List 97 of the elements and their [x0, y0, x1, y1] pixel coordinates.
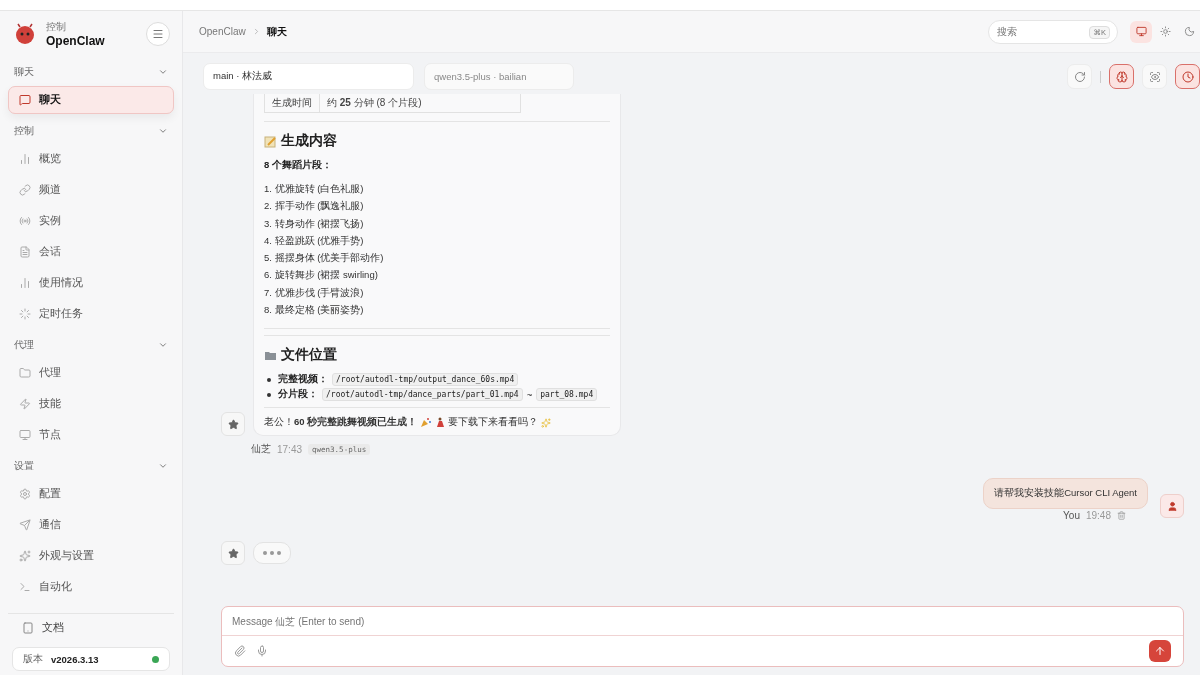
brain-icon — [1115, 70, 1128, 83]
table-cell-text: 约 25 分钟 (8 个片段) — [326, 96, 423, 110]
version-value: v2026.3.13 — [51, 653, 100, 665]
chat-icon — [19, 94, 31, 106]
microphone-icon[interactable] — [256, 645, 268, 657]
book-icon — [22, 621, 34, 634]
send-icon — [19, 519, 31, 531]
delete-icon[interactable] — [1117, 511, 1126, 521]
sidebar-item[interactable]: 配置 — [8, 480, 174, 508]
sparkle-icon — [19, 550, 31, 562]
send-button[interactable] — [1149, 640, 1171, 662]
lightning-icon — [19, 398, 31, 410]
scan-button[interactable] — [1142, 64, 1167, 89]
party-popper-icon — [420, 417, 432, 429]
message-time: 17:43 — [277, 443, 303, 455]
terminal-icon — [19, 581, 31, 593]
spinner-icon — [19, 308, 31, 320]
brand-caption: 控制 — [46, 20, 67, 34]
breadcrumb-item[interactable]: OpenClaw — [199, 26, 246, 37]
sidebar-item[interactable]: 频道 — [8, 176, 174, 204]
sidebar-item[interactable]: 概览 — [8, 145, 174, 173]
list-item: 7. 优雅步伐 (手臂波浪) — [264, 285, 365, 300]
list-item: 5. 摇摆身体 (优美手部动作) — [264, 251, 385, 266]
clock-button[interactable] — [1175, 64, 1200, 89]
sidebar-item[interactable]: 代理 — [8, 359, 174, 387]
refresh-button[interactable] — [1067, 64, 1092, 89]
menu-icon — [152, 28, 164, 40]
section-heading: 文件位置 — [281, 346, 337, 365]
bar-chart-icon — [19, 277, 31, 289]
message-composer[interactable]: Message 仙芝 (Enter to send) — [221, 606, 1184, 667]
sender-name: You — [1063, 510, 1080, 522]
sidebar-item[interactable]: 外观与设置 — [8, 542, 174, 570]
bullet — [267, 392, 271, 397]
sidebar-item[interactable]: 定时任务 — [8, 300, 174, 328]
settings-icon — [19, 488, 31, 500]
user-avatar-icon — [1160, 494, 1184, 519]
file-label: 完整视频： — [278, 373, 328, 387]
sidebar-item[interactable]: 自动化 — [8, 573, 174, 601]
scan-icon — [1148, 70, 1161, 83]
session-select[interactable]: main · 林法威 — [203, 63, 414, 90]
message-text: 要下载下来看看吗？ — [448, 416, 539, 430]
sun-icon — [1159, 26, 1171, 37]
bullet — [267, 377, 271, 382]
list-item: 2. 挥手动作 (飘逸礼服) — [264, 199, 365, 214]
monitor-icon — [1135, 26, 1147, 37]
file-path: part_08.mp4 — [536, 388, 598, 402]
message-text: 老公！60 秒完整跳舞视频已生成！ — [264, 416, 418, 430]
range-separator: ~ — [526, 389, 533, 401]
folder-icon — [19, 367, 31, 379]
sidebar-group-header[interactable]: 设置 — [8, 453, 174, 479]
list-item: 6. 旋转舞步 (裙摆 swirling) — [264, 268, 379, 283]
monitor-icon — [19, 429, 31, 441]
link-icon — [19, 184, 31, 196]
typing-indicator — [253, 542, 291, 565]
user-message-bubble: 请帮我安装技能Cursor CLI Agent — [983, 478, 1148, 510]
document-icon — [19, 246, 31, 258]
refresh-icon — [1073, 70, 1086, 83]
file-label: 分片段： — [278, 388, 318, 402]
sparkle-icon — [541, 417, 552, 428]
sidebar-item[interactable]: 使用情况 — [8, 269, 174, 297]
table-cell: 生成时间 — [265, 94, 320, 112]
sidebar-group-header[interactable]: 聊天 — [8, 59, 174, 85]
sidebar-group-header[interactable]: 代理 — [8, 332, 174, 358]
sender-name: 仙芝 — [251, 442, 271, 457]
version-label: 版本 — [23, 652, 43, 666]
monitor-mode-button[interactable] — [1130, 20, 1152, 43]
brain-button[interactable] — [1109, 64, 1134, 89]
arrow-up-icon — [1154, 645, 1166, 657]
moon-icon — [1183, 26, 1195, 37]
list-item: 1. 优雅旋转 (白色礼服) — [264, 182, 365, 196]
memo-icon — [264, 134, 277, 148]
clock-icon — [1181, 70, 1194, 83]
list-item: 3. 转身动作 (裙摆飞扬) — [264, 216, 365, 231]
sidebar-item[interactable]: 技能 — [8, 390, 174, 418]
list-heading: 8 个舞蹈片段： — [264, 159, 333, 172]
list-item: 4. 轻盈跳跃 (优雅手势) — [264, 233, 365, 248]
dancer-icon — [434, 417, 446, 429]
file-path: /root/autodl-tmp/dance_parts/part_01.mp4 — [322, 388, 523, 402]
menu-button[interactable] — [146, 22, 170, 46]
message-input[interactable]: Message 仙芝 (Enter to send) — [222, 607, 1183, 636]
sidebar-item[interactable]: 聊天 — [8, 86, 174, 114]
sidebar-item[interactable]: 节点 — [8, 421, 174, 449]
model-select[interactable]: qwen3.5-plus · bailian — [424, 63, 574, 90]
docs-link[interactable]: 文档 — [8, 613, 174, 641]
sidebar-item[interactable]: 会话 — [8, 238, 174, 266]
file-path: /root/autodl-tmp/output_dance_60s.mp4 — [332, 373, 519, 387]
paperclip-icon[interactable] — [234, 645, 246, 657]
sidebar-group-header[interactable]: 控制 — [8, 118, 174, 144]
section-heading: 生成内容 — [281, 132, 337, 150]
message-time: 19:48 — [1085, 510, 1111, 522]
list-item: 8. 最终定格 (美丽姿势) — [264, 303, 365, 318]
brand-title: OpenClaw — [46, 34, 106, 48]
radio-icon — [19, 215, 31, 227]
breadcrumb-item: 聊天 — [266, 24, 287, 39]
bar-chart-icon — [19, 153, 31, 165]
sidebar-item[interactable]: 实例 — [8, 207, 174, 235]
sidebar-item[interactable]: 通信 — [8, 511, 174, 539]
